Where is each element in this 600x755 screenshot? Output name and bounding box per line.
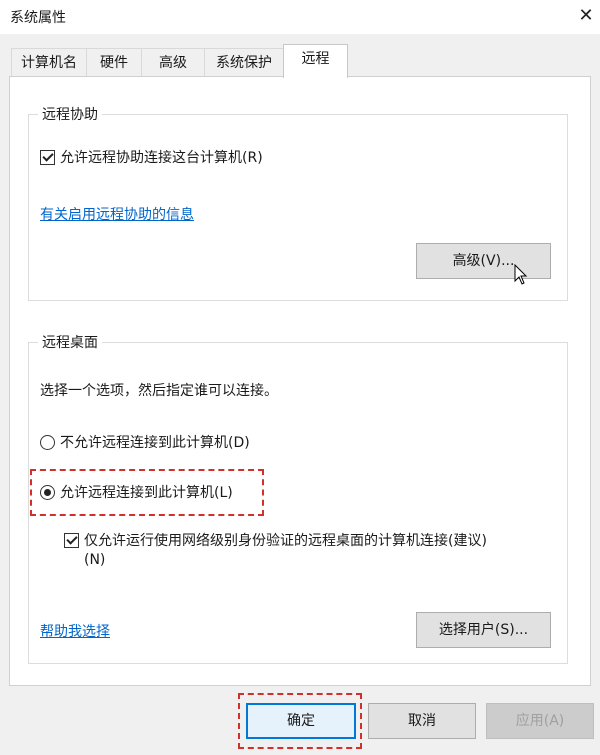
select-users-button[interactable]: 选择用户(S)... bbox=[416, 612, 551, 648]
check-icon bbox=[66, 533, 78, 545]
ok-button[interactable]: 确定 bbox=[246, 703, 356, 739]
tab-hardware[interactable]: 硬件 bbox=[86, 48, 142, 77]
title-bar bbox=[0, 0, 600, 34]
tab-system-protection[interactable]: 系统保护 bbox=[204, 48, 284, 77]
remote-assistance-info-link[interactable]: 有关启用远程协助的信息 bbox=[40, 204, 194, 224]
nla-label-line2: (N) bbox=[84, 552, 106, 568]
allow-remote-assistance-checkbox[interactable] bbox=[40, 150, 55, 165]
advanced-button[interactable]: 高级(V)... bbox=[416, 243, 551, 279]
tab-advanced[interactable]: 高级 bbox=[141, 48, 205, 77]
nla-label-line1: 仅允许运行使用网络级别身份验证的远程桌面的计算机连接(建议) bbox=[84, 533, 487, 549]
close-icon[interactable]: ✕ bbox=[572, 2, 600, 30]
deny-remote-radio[interactable] bbox=[40, 435, 55, 450]
remote-assistance-legend: 远程协助 bbox=[38, 104, 102, 124]
remote-desktop-legend: 远程桌面 bbox=[38, 332, 102, 352]
check-icon bbox=[42, 150, 54, 162]
cancel-button[interactable]: 取消 bbox=[368, 703, 476, 739]
allow-remote-assistance-label: 允许远程协助连接这台计算机(R) bbox=[60, 150, 263, 166]
window-title: 系统属性 bbox=[10, 10, 66, 26]
tab-computer-name[interactable]: 计算机名 bbox=[11, 48, 87, 77]
deny-remote-label: 不允许远程连接到此计算机(D) bbox=[60, 435, 250, 451]
nla-checkbox[interactable] bbox=[64, 533, 79, 548]
allow-remote-label: 允许远程连接到此计算机(L) bbox=[60, 485, 233, 501]
remote-desktop-instruction: 选择一个选项，然后指定谁可以连接。 bbox=[40, 383, 278, 399]
apply-button[interactable]: 应用(A) bbox=[486, 703, 594, 739]
help-me-choose-link[interactable]: 帮助我选择 bbox=[40, 621, 110, 641]
mouse-cursor-icon bbox=[514, 264, 528, 285]
tab-remote[interactable]: 远程 bbox=[283, 44, 348, 78]
allow-remote-radio[interactable] bbox=[40, 485, 55, 500]
radio-selected-dot bbox=[44, 489, 51, 496]
